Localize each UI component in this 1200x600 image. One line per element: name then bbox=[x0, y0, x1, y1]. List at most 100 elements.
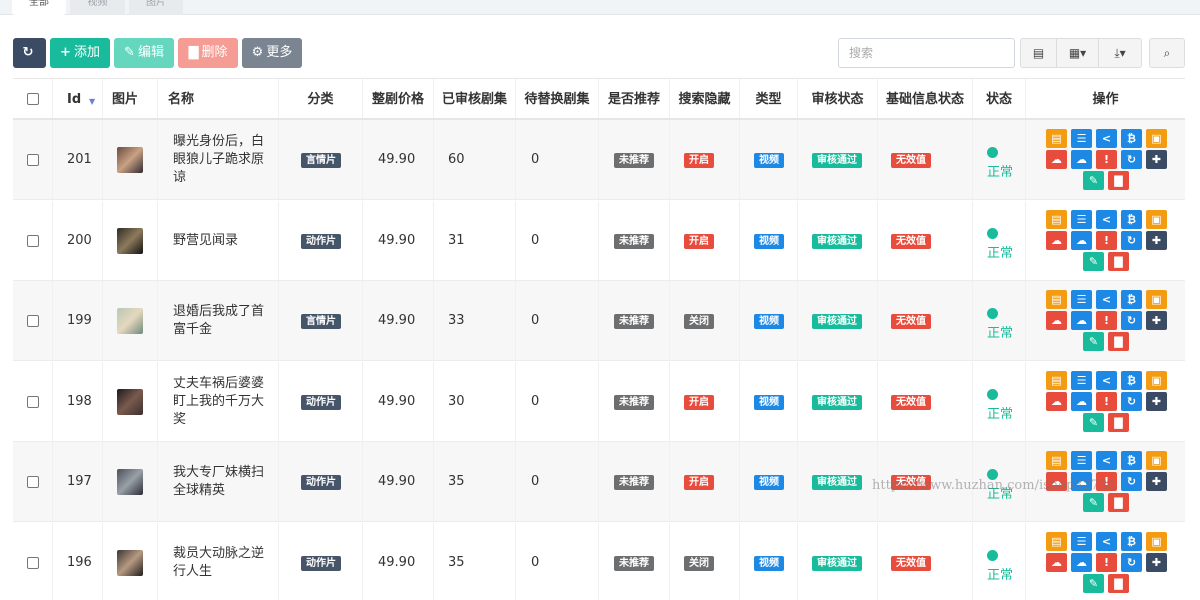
edit-row-button[interactable]: ✎ bbox=[1083, 573, 1104, 593]
status-dot-icon bbox=[987, 549, 998, 561]
action-button[interactable]: ☁ bbox=[1071, 391, 1092, 411]
edit-row-button[interactable]: ✎ bbox=[1083, 171, 1104, 190]
edit-button[interactable]: ✎ 编辑 bbox=[114, 38, 174, 68]
action-button[interactable]: ☁ bbox=[1071, 311, 1092, 330]
action-button[interactable]: < bbox=[1096, 129, 1117, 148]
action-button[interactable]: ↻ bbox=[1121, 391, 1142, 411]
row-checkbox[interactable] bbox=[27, 315, 39, 327]
action-button[interactable]: ₿ bbox=[1121, 290, 1142, 309]
action-button[interactable]: ✚ bbox=[1146, 230, 1167, 250]
action-button[interactable]: ✚ bbox=[1146, 150, 1167, 169]
action-button[interactable]: ☁ bbox=[1071, 472, 1092, 491]
row-checkbox[interactable] bbox=[27, 234, 39, 247]
delete-row-button[interactable]: ▇ bbox=[1108, 171, 1129, 190]
action-button[interactable]: ₿ bbox=[1121, 129, 1142, 148]
header-id[interactable]: Id ▼ bbox=[53, 79, 103, 118]
action-button[interactable]: ☁ bbox=[1071, 150, 1092, 169]
action-button[interactable]: ▣ bbox=[1146, 451, 1167, 470]
action-button[interactable]: ☁ bbox=[1071, 230, 1092, 250]
row-checkbox[interactable] bbox=[27, 556, 39, 569]
action-button[interactable]: ✚ bbox=[1146, 311, 1167, 330]
tab-image[interactable]: 图片 bbox=[129, 0, 183, 15]
recommend-badge: 未推荐 bbox=[614, 394, 654, 410]
action-button[interactable]: ! bbox=[1096, 230, 1117, 250]
action-button[interactable]: ▣ bbox=[1146, 209, 1167, 229]
row-status: 正常 bbox=[987, 406, 1014, 422]
action-button[interactable]: ▤ bbox=[1046, 129, 1067, 148]
action-button[interactable]: ✚ bbox=[1146, 552, 1167, 572]
search-input[interactable] bbox=[838, 38, 1015, 68]
advanced-search-button[interactable]: ⌕ bbox=[1149, 38, 1185, 68]
action-button[interactable]: ! bbox=[1096, 472, 1117, 491]
action-button[interactable]: ▣ bbox=[1146, 129, 1167, 148]
more-button[interactable]: ⚙ 更多 bbox=[242, 38, 302, 68]
add-button[interactable]: + 添加 bbox=[50, 38, 110, 68]
sort-desc-icon[interactable]: ▼ bbox=[89, 81, 95, 122]
edit-row-button[interactable]: ✎ bbox=[1083, 412, 1104, 432]
action-button[interactable]: ▤ bbox=[1046, 370, 1067, 390]
table-row: 199 退婚后我成了首富千金 言情片 49.90 33 0 未推荐 关闭 视频 审核通过 无效值 正常… bbox=[13, 281, 1185, 361]
action-button[interactable]: ▣ bbox=[1146, 290, 1167, 309]
action-button[interactable]: ✚ bbox=[1146, 472, 1167, 491]
row-checkbox[interactable] bbox=[27, 154, 39, 166]
action-button[interactable]: ↻ bbox=[1121, 230, 1142, 250]
edit-row-button[interactable]: ✎ bbox=[1083, 251, 1104, 271]
toggle-view-button[interactable]: ▤ bbox=[1020, 38, 1057, 68]
action-button[interactable]: ▤ bbox=[1046, 451, 1067, 470]
action-button[interactable]: < bbox=[1096, 290, 1117, 309]
action-button[interactable]: ☰ bbox=[1071, 129, 1092, 148]
action-button[interactable]: ☁ bbox=[1071, 552, 1092, 572]
delete-button[interactable]: ▇ 删除 bbox=[178, 38, 238, 68]
action-button[interactable]: ! bbox=[1096, 552, 1117, 572]
edit-row-button[interactable]: ✎ bbox=[1083, 493, 1104, 512]
tab-video[interactable]: 视频 bbox=[70, 0, 125, 15]
action-button[interactable]: < bbox=[1096, 451, 1117, 470]
delete-row-button[interactable]: ▇ bbox=[1108, 251, 1129, 271]
row-checkbox[interactable] bbox=[27, 395, 39, 408]
action-button[interactable]: ☰ bbox=[1071, 290, 1092, 309]
action-button[interactable]: ▤ bbox=[1046, 531, 1067, 551]
action-button[interactable]: ↻ bbox=[1121, 150, 1142, 169]
delete-row-button[interactable]: ▇ bbox=[1108, 573, 1129, 593]
action-button[interactable]: ☰ bbox=[1071, 370, 1092, 390]
action-button[interactable]: ↻ bbox=[1121, 552, 1142, 572]
columns-button[interactable]: ▦▾ bbox=[1056, 38, 1099, 68]
action-button[interactable]: ↻ bbox=[1121, 472, 1142, 491]
delete-row-button[interactable]: ▇ bbox=[1108, 412, 1129, 432]
row-checkbox[interactable] bbox=[27, 476, 39, 488]
action-button[interactable]: ☁ bbox=[1046, 391, 1067, 411]
action-button[interactable]: ☁ bbox=[1046, 311, 1067, 330]
tab-all[interactable]: 全部 bbox=[12, 0, 66, 15]
action-button[interactable]: ₿ bbox=[1121, 531, 1142, 551]
action-button[interactable]: ! bbox=[1096, 391, 1117, 411]
action-button[interactable]: ₿ bbox=[1121, 209, 1142, 229]
action-button[interactable]: ↻ bbox=[1121, 311, 1142, 330]
export-button[interactable]: ⤓▾ bbox=[1098, 38, 1142, 68]
row-id: 200 bbox=[67, 232, 92, 248]
action-button[interactable]: ▣ bbox=[1146, 370, 1167, 390]
action-button[interactable]: ▤ bbox=[1046, 290, 1067, 309]
action-button[interactable]: ☁ bbox=[1046, 230, 1067, 250]
action-button[interactable]: ☰ bbox=[1071, 531, 1092, 551]
action-button[interactable]: < bbox=[1096, 370, 1117, 390]
action-button[interactable]: ₿ bbox=[1121, 370, 1142, 390]
action-button[interactable]: ▣ bbox=[1146, 531, 1167, 551]
detail-icon: ▤ bbox=[1051, 454, 1062, 467]
action-button[interactable]: ☁ bbox=[1046, 150, 1067, 169]
action-button[interactable]: ₿ bbox=[1121, 451, 1142, 470]
action-button[interactable]: ☰ bbox=[1071, 451, 1092, 470]
action-button[interactable]: ▤ bbox=[1046, 209, 1067, 229]
action-button[interactable]: ☁ bbox=[1046, 552, 1067, 572]
refresh-button[interactable]: ↻ bbox=[13, 38, 46, 68]
select-all-checkbox[interactable] bbox=[27, 93, 39, 105]
action-button[interactable]: ☁ bbox=[1046, 472, 1067, 491]
edit-row-button[interactable]: ✎ bbox=[1083, 332, 1104, 351]
action-button[interactable]: ! bbox=[1096, 150, 1117, 169]
delete-row-button[interactable]: ▇ bbox=[1108, 493, 1129, 512]
delete-row-button[interactable]: ▇ bbox=[1108, 332, 1129, 351]
action-button[interactable]: ☰ bbox=[1071, 209, 1092, 229]
action-button[interactable]: ✚ bbox=[1146, 391, 1167, 411]
action-button[interactable]: < bbox=[1096, 531, 1117, 551]
action-button[interactable]: < bbox=[1096, 209, 1117, 229]
action-button[interactable]: ! bbox=[1096, 311, 1117, 330]
